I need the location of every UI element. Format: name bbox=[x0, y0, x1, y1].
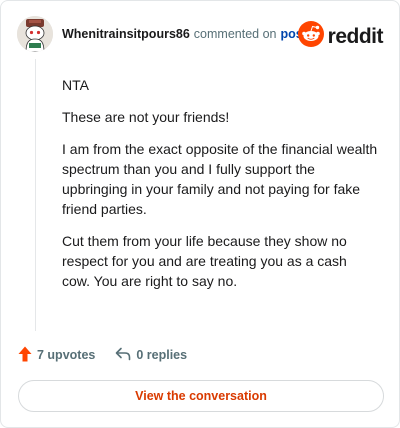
comment-paragraph: NTA bbox=[62, 77, 89, 93]
embedded-comment-card: Whenitrainsitpours86 commented on post r… bbox=[0, 0, 400, 428]
commented-on-text: commented on bbox=[193, 27, 277, 41]
thread-line bbox=[35, 59, 36, 331]
upvote-arrow-icon bbox=[18, 346, 32, 365]
comment-paragraph: I am from the exact opposite of the fina… bbox=[62, 141, 378, 217]
reply-count: 0 replies bbox=[136, 348, 188, 362]
snoo-avatar-icon[interactable] bbox=[17, 16, 53, 52]
upvote-button[interactable]: 7 upvotes bbox=[18, 346, 95, 365]
upvote-count: 7 upvotes bbox=[37, 348, 96, 362]
username[interactable]: Whenitrainsitpours86 bbox=[62, 26, 190, 42]
comment-paragraph: Cut them from your life because they sho… bbox=[62, 233, 347, 289]
comment-paragraph: These are not your friends! bbox=[62, 109, 230, 125]
reddit-logo[interactable]: reddit bbox=[297, 21, 384, 52]
comment-meta: Whenitrainsitpours86 commented on post bbox=[62, 26, 307, 42]
reply-button[interactable]: 0 replies bbox=[115, 347, 187, 364]
view-conversation-button[interactable]: View the conversation bbox=[18, 380, 384, 412]
comment-actions: 7 upvotes 0 replies bbox=[18, 345, 187, 365]
reddit-wordmark: reddit bbox=[327, 24, 384, 48]
comment-header: Whenitrainsitpours86 commented on post r… bbox=[17, 15, 385, 53]
reddit-snoo-icon bbox=[297, 21, 324, 52]
reply-arrow-icon bbox=[115, 347, 131, 364]
comment-body: NTA These are not your friends! I am fro… bbox=[62, 75, 378, 303]
